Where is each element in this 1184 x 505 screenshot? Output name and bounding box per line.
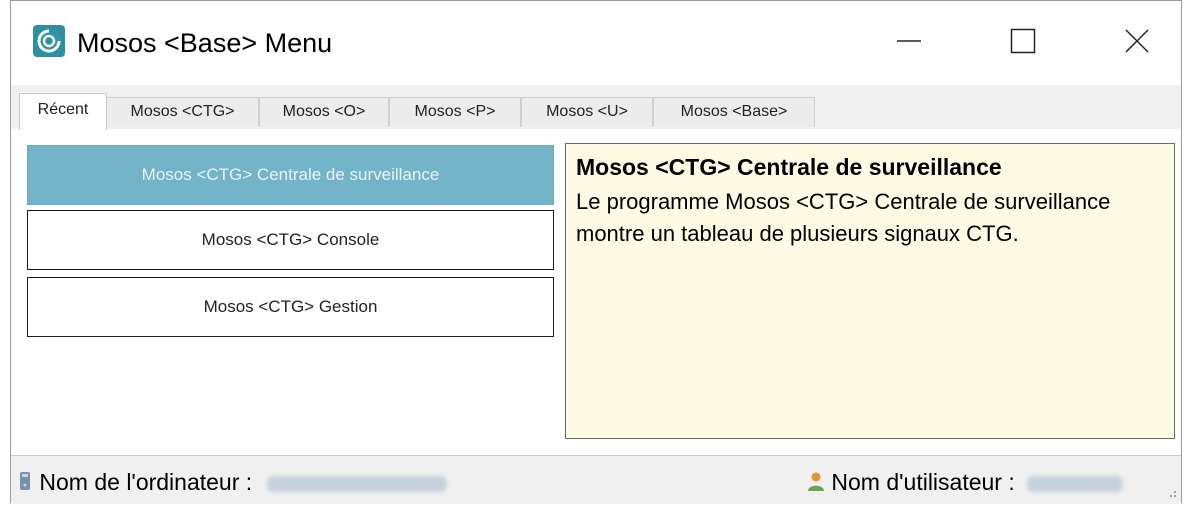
maximize-icon [1010,28,1036,54]
window-title: Mosos <Base> Menu [77,28,333,58]
computer-icon [20,472,30,490]
computer-name-value-redacted [266,475,447,492]
menu-item-centrale-de-surveillance[interactable]: Mosos <CTG> Centrale de surveillance [27,145,554,205]
user-name-value-redacted [1027,475,1124,492]
maximize-button[interactable] [995,17,1051,65]
title-bar[interactable]: Mosos <Base> Menu [11,1,1181,85]
tab-mosos-u[interactable]: Mosos <U> [521,97,653,127]
computer-name-label: Nom de l'ordinateur : [39,469,253,495]
close-button[interactable] [1109,17,1165,65]
tab-mosos-ctg[interactable]: Mosos <CTG> [106,97,259,127]
minimize-icon [897,40,921,42]
status-bar: Nom de l'ordinateur : Nom d'utilisateur … [11,455,1181,504]
tab-recent[interactable]: Récent [19,93,107,130]
user-name-label: Nom d'utilisateur : [831,469,1015,495]
app-window: Mosos <Base> Menu Récent Mosos <CTG> Mos… [10,0,1182,504]
tab-mosos-base[interactable]: Mosos <Base> [653,97,815,127]
tab-bar: Récent Mosos <CTG> Mosos <O> Mosos <P> M… [11,93,1181,130]
tab-mosos-p[interactable]: Mosos <P> [389,97,521,127]
description-title: Mosos <CTG> Centrale de surveillance [576,154,1002,180]
recent-panel: Mosos <CTG> Centrale de surveillance Mos… [11,129,1181,455]
description-body: Le programme Mosos <CTG> Centrale de sur… [576,189,1111,246]
computer-name-status: Nom de l'ordinateur : [17,468,447,496]
description-box: Mosos <CTG> Centrale de surveillance Le … [565,143,1175,439]
menu-item-gestion[interactable]: Mosos <CTG> Gestion [27,277,554,337]
menu-item-console[interactable]: Mosos <CTG> Console [27,210,554,270]
tab-mosos-o[interactable]: Mosos <O> [259,97,389,127]
user-name-status: Nom d'utilisateur : [807,468,1124,496]
user-icon [808,472,824,491]
close-icon [1125,29,1149,53]
minimize-button[interactable] [881,17,937,65]
resize-grip-icon[interactable] [1167,488,1177,498]
mosos-logo-icon [33,25,65,57]
